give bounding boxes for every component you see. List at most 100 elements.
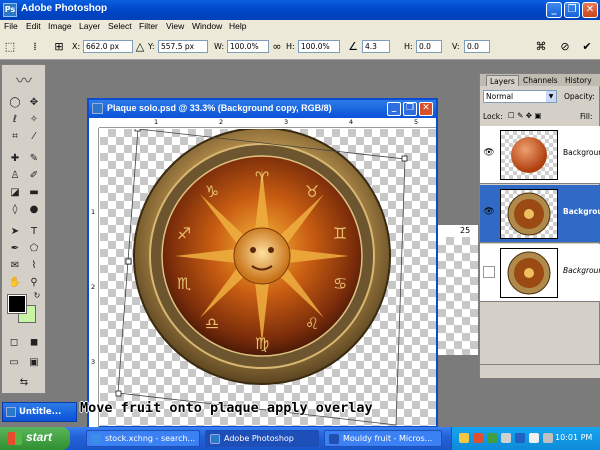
menu-window[interactable]: Window <box>192 21 222 31</box>
commit-transform-icon[interactable]: ✔ <box>580 40 594 54</box>
shape-tool-icon[interactable]: ⬠ <box>26 241 42 256</box>
notes-tool-icon[interactable]: ✉ <box>7 258 23 273</box>
start-button[interactable]: start <box>0 427 70 450</box>
doc-close-button[interactable]: ✕ <box>419 102 433 116</box>
plaque-image[interactable]: ♈ ♉ ♊ ♋ ♌ ♍ ♎ ♏ ♐ ♑ <box>100 129 436 426</box>
marquee-tool-icon[interactable]: ◯ <box>7 95 23 110</box>
document-title: Plaque solo.psd @ 33.3% (Background copy… <box>107 103 332 113</box>
reference-point-icon[interactable]: ⁞ <box>28 40 42 54</box>
relative-position-icon[interactable]: △ <box>133 40 147 54</box>
svg-text:♎: ♎ <box>205 314 219 333</box>
restore-button[interactable]: ❐ <box>564 2 580 18</box>
document-icon <box>6 407 16 417</box>
minimize-button[interactable]: _ <box>546 2 562 18</box>
full-screen-icon[interactable]: ▣ <box>26 355 42 370</box>
tab-history[interactable]: History <box>562 75 595 86</box>
tray-icon[interactable] <box>487 433 497 443</box>
menu-layer[interactable]: Layer <box>79 21 100 31</box>
height-input[interactable]: 100.0% <box>298 40 340 53</box>
blur-tool-icon[interactable]: ◊ <box>7 202 23 217</box>
menu-help[interactable]: Help <box>229 21 246 31</box>
eye-icon[interactable]: 👁 <box>483 207 495 219</box>
link-icon[interactable]: ∞ <box>270 40 284 54</box>
eyedropper-icon[interactable]: ⌇ <box>26 258 42 273</box>
network-icon[interactable] <box>543 433 553 443</box>
eye-hidden-icon[interactable] <box>483 266 495 278</box>
crop-tool-icon[interactable]: ⌗ <box>7 129 23 144</box>
layer-row[interactable]: Background <box>480 244 600 302</box>
document-icon <box>92 103 103 114</box>
taskbar-item-word[interactable]: Mouldy fruit - Micros... <box>324 430 442 447</box>
dodge-tool-icon[interactable]: ● <box>26 202 42 217</box>
svg-text:♐: ♐ <box>177 224 191 243</box>
healing-brush-icon[interactable]: ✚ <box>7 151 23 166</box>
chevron-down-icon[interactable]: ▼ <box>546 91 556 102</box>
hskew-input[interactable]: 0.0 <box>416 40 442 53</box>
opacity-label: Opacity: <box>564 92 595 101</box>
doc-minimize-button[interactable]: _ <box>387 102 401 116</box>
screen-mode-icon[interactable]: ▭ <box>6 355 22 370</box>
tray-icon[interactable] <box>501 433 511 443</box>
tray-icon[interactable] <box>473 433 483 443</box>
tab-channels[interactable]: Channels <box>520 75 561 86</box>
minimized-document-window[interactable]: Untitle... <box>2 402 77 422</box>
second-document-canvas[interactable]: 25 <box>438 225 478 355</box>
jump-to-imageready-icon[interactable]: ⇆ <box>16 375 32 390</box>
slice-tool-icon[interactable]: ⁄ <box>26 129 42 144</box>
document-window[interactable]: Plaque solo.psd @ 33.3% (Background copy… <box>87 98 438 428</box>
menu-view[interactable]: View <box>166 21 184 31</box>
image-canvas[interactable]: ♈ ♉ ♊ ♋ ♌ ♍ ♎ ♏ ♐ ♑ <box>100 129 436 426</box>
cancel-transform-icon[interactable]: ⊘ <box>558 40 572 54</box>
brush-tool-icon[interactable]: ✎ <box>26 151 42 166</box>
tray-icon[interactable] <box>515 433 525 443</box>
vertical-ruler: 1 2 3 <box>89 128 99 428</box>
tray-icon[interactable] <box>459 433 469 443</box>
swap-colors-icon[interactable]: ↻ <box>32 291 42 301</box>
menu-select[interactable]: Select <box>108 21 132 31</box>
layer-row[interactable]: 👁 Background <box>480 126 600 184</box>
reference-grid-icon[interactable]: ⊞ <box>52 40 66 54</box>
width-input[interactable]: 100.0% <box>227 40 269 53</box>
transform-tool-icon[interactable]: ⬚ <box>3 40 17 54</box>
close-button[interactable]: ✕ <box>582 2 598 18</box>
doc-maximize-button[interactable]: ❐ <box>403 102 417 116</box>
vskew-input[interactable]: 0.0 <box>464 40 490 53</box>
history-brush-icon[interactable]: ✐ <box>26 168 42 183</box>
quick-mask-icon[interactable]: ◼ <box>26 335 42 350</box>
lasso-tool-icon[interactable]: ℓ <box>7 112 23 127</box>
eraser-tool-icon[interactable]: ◪ <box>7 185 23 200</box>
layers-palette: Layers Channels History Normal ▼ Opacity… <box>479 73 600 378</box>
pen-tool-icon[interactable]: ✒ <box>7 241 23 256</box>
volume-icon[interactable] <box>529 433 539 443</box>
blend-mode-value: Normal <box>486 92 514 101</box>
move-tool-icon[interactable]: ✥ <box>26 95 42 110</box>
blend-mode-select[interactable]: Normal ▼ <box>483 90 557 103</box>
type-tool-icon[interactable]: T <box>26 224 42 239</box>
path-select-icon[interactable]: ➤ <box>7 224 23 239</box>
x-input[interactable]: 662.0 px <box>83 40 133 53</box>
clone-stamp-icon[interactable]: ♙ <box>7 168 23 183</box>
word-document-icon <box>329 434 339 444</box>
eye-icon[interactable]: 👁 <box>483 148 495 160</box>
magic-wand-icon[interactable]: ✧ <box>26 112 42 127</box>
menu-file[interactable]: File <box>4 21 18 31</box>
menu-edit[interactable]: Edit <box>26 21 41 31</box>
foreground-color-swatch[interactable] <box>7 294 27 314</box>
standard-mode-icon[interactable]: ◻ <box>6 335 22 350</box>
hand-tool-icon[interactable]: ✋ <box>7 275 23 290</box>
gradient-tool-icon[interactable]: ▬ <box>26 185 42 200</box>
y-input[interactable]: 557.5 px <box>158 40 208 53</box>
menu-bar: File Edit Image Layer Select Filter View… <box>0 20 600 34</box>
taskbar-item-browser[interactable]: stock.xchng - search... <box>86 430 200 447</box>
menu-image[interactable]: Image <box>48 21 72 31</box>
layer-row[interactable]: 👁 Background <box>480 185 600 243</box>
taskbar-item-photoshop[interactable]: Adobe Photoshop <box>205 430 319 447</box>
zoom-tool-icon[interactable]: ⚲ <box>26 275 42 290</box>
warp-icon[interactable]: ⌘ <box>534 40 548 54</box>
menu-filter[interactable]: Filter <box>139 21 158 31</box>
document-title-bar[interactable]: Plaque solo.psd @ 33.3% (Background copy… <box>89 100 436 118</box>
feather-icon: 〰 <box>15 71 32 90</box>
lock-icons[interactable]: ☐ ✎ ✥ ▣ <box>508 111 542 120</box>
angle-input[interactable]: 4.3 <box>362 40 390 53</box>
tab-layers[interactable]: Layers <box>486 75 519 86</box>
